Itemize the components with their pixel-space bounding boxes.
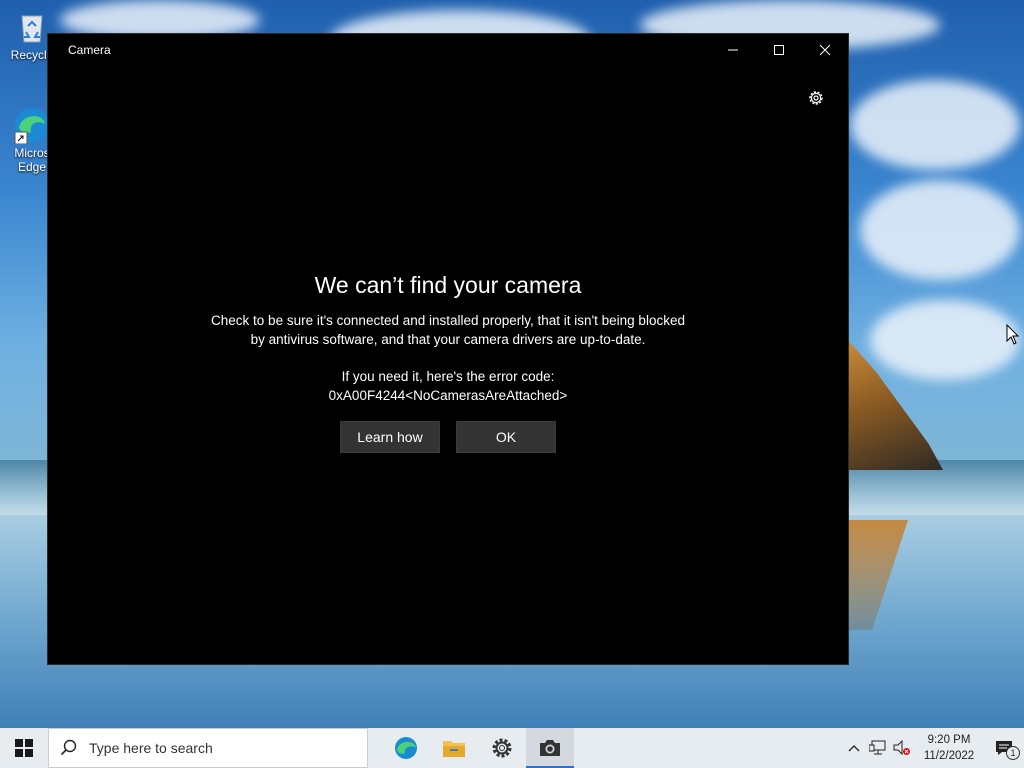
chevron-up-icon bbox=[848, 745, 860, 752]
windows-logo-icon bbox=[15, 739, 33, 757]
clock-time: 9:20 PM bbox=[927, 734, 971, 746]
maximize-icon bbox=[774, 45, 784, 55]
error-code-intro: If you need it, here's the error code: bbox=[341, 369, 555, 384]
error-message-line: Check to be sure it's connected and inst… bbox=[211, 313, 685, 328]
error-panel: We can’t find your camera Check to be su… bbox=[48, 272, 848, 453]
gear-icon bbox=[809, 91, 823, 105]
search-icon bbox=[49, 739, 89, 757]
edge-icon bbox=[395, 737, 417, 759]
close-icon bbox=[819, 44, 831, 56]
error-code-block: If you need it, here's the error code: 0… bbox=[48, 367, 848, 405]
camera-window: Camera We can’t find your camera Check t… bbox=[47, 33, 849, 665]
action-center-button[interactable]: 1 bbox=[984, 728, 1024, 768]
cloud bbox=[860, 180, 1020, 280]
network-icon bbox=[869, 740, 886, 755]
clock-date: 11/2/2022 bbox=[923, 750, 975, 762]
cloud bbox=[870, 300, 1020, 380]
taskbar-settings[interactable] bbox=[478, 728, 526, 768]
taskbar-search-box[interactable]: Type here to search bbox=[48, 728, 368, 768]
settings-icon bbox=[492, 738, 512, 758]
show-hidden-icons-button[interactable] bbox=[842, 728, 866, 768]
taskbar: Type here to search 9:20 PM 11/2/2022 1 bbox=[0, 728, 1024, 768]
button-row: Learn how OK bbox=[48, 421, 848, 453]
start-button[interactable] bbox=[0, 728, 48, 768]
error-message-line: by antivirus software, and that your cam… bbox=[250, 332, 646, 347]
clock[interactable]: 9:20 PM 11/2/2022 bbox=[914, 732, 984, 764]
window-title: Camera bbox=[68, 43, 111, 57]
edge-icon bbox=[13, 106, 51, 145]
camera-icon bbox=[540, 740, 560, 756]
search-placeholder: Type here to search bbox=[89, 740, 213, 756]
system-tray: 9:20 PM 11/2/2022 1 bbox=[842, 728, 1024, 768]
minimize-button[interactable] bbox=[710, 34, 756, 66]
recycle-bin-icon bbox=[13, 8, 51, 46]
volume-muted-icon bbox=[893, 740, 910, 756]
error-heading: We can’t find your camera bbox=[314, 272, 582, 298]
title-bar[interactable]: Camera bbox=[48, 34, 848, 66]
cloud bbox=[850, 80, 1020, 170]
notification-count-badge: 1 bbox=[1006, 746, 1020, 760]
network-button[interactable] bbox=[866, 728, 890, 768]
volume-button[interactable] bbox=[890, 728, 914, 768]
taskbar-camera[interactable] bbox=[526, 728, 574, 768]
mouse-cursor-icon bbox=[1006, 324, 1020, 345]
error-message: Check to be sure it's connected and inst… bbox=[48, 311, 848, 349]
learn-how-button[interactable]: Learn how bbox=[340, 421, 440, 453]
close-button[interactable] bbox=[802, 34, 848, 66]
minimize-icon bbox=[728, 49, 738, 51]
settings-button[interactable] bbox=[806, 88, 826, 108]
taskbar-edge[interactable] bbox=[382, 728, 430, 768]
taskbar-file-explorer[interactable] bbox=[430, 728, 478, 768]
error-code: 0xA00F4244<NoCamerasAreAttached> bbox=[328, 388, 568, 403]
ok-button[interactable]: OK bbox=[456, 421, 556, 453]
file-explorer-icon bbox=[443, 741, 465, 757]
maximize-button[interactable] bbox=[756, 34, 802, 66]
